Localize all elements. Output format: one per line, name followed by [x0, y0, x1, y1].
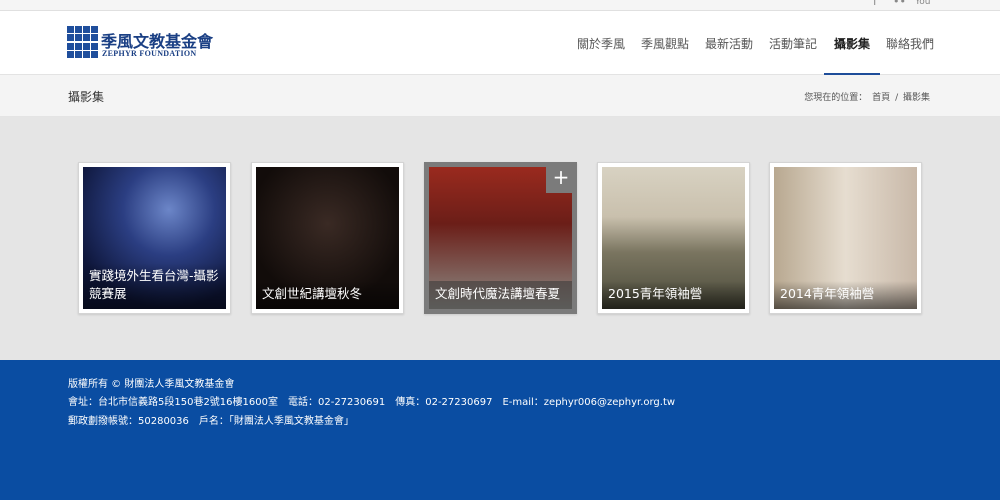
nav-item-latest-events[interactable]: 最新活動	[705, 11, 753, 75]
gallery-item[interactable]: 文創世紀講壇秋冬	[251, 162, 404, 314]
gallery-caption: 文創世紀講壇秋冬	[256, 281, 399, 309]
gallery-item[interactable]: 2014青年領袖營	[769, 162, 922, 314]
nav-item-event-notes[interactable]: 活動筆記	[769, 11, 817, 75]
gallery-item[interactable]: 文創時代魔法講壇春夏 +	[424, 162, 577, 314]
gallery-caption: 2014青年領袖營	[774, 281, 917, 309]
breadcrumb-home-link[interactable]: 首頁	[872, 93, 890, 103]
gallery-item[interactable]: 2015青年領袖營	[597, 162, 750, 314]
logo-subtitle: ZEPHYR FOUNDATION	[102, 49, 197, 58]
breadcrumb-separator: /	[895, 93, 899, 103]
breadcrumb-current: 攝影集	[902, 93, 930, 103]
nav-item-about[interactable]: 關於季風	[577, 11, 625, 75]
site-footer: 版權所有 © 財團法人季風文教基金會 會址：台北市信義路5段150巷2號16樓1…	[0, 360, 1000, 500]
logo-mark-icon	[67, 26, 99, 58]
top-bar: f •• You	[0, 0, 1000, 11]
footer-address: 會址：台北市信義路5段150巷2號16樓1600室 電話：02-27230691…	[68, 397, 676, 408]
site-logo[interactable]: 季風文教基金會 ZEPHYR FOUNDATION	[67, 26, 227, 60]
footer-postal-account: 郵政劃撥帳號：50280036 戶名：「財團法人季風文教基金會」	[68, 416, 354, 427]
flickr-icon[interactable]: ••	[893, 0, 906, 8]
nav-item-contact[interactable]: 聯絡我們	[886, 11, 934, 75]
gallery-caption: 2015青年領袖營	[602, 281, 745, 309]
page-title-bar: 攝影集 您現在的位置： 首頁 / 攝影集	[0, 75, 1000, 117]
gallery-caption: 文創時代魔法講壇春夏	[429, 281, 572, 309]
youtube-icon[interactable]: You	[915, 0, 931, 7]
site-header: 季風文教基金會 ZEPHYR FOUNDATION 關於季風 季風觀點 最新活動…	[0, 11, 1000, 75]
expand-plus-icon[interactable]: +	[546, 163, 576, 193]
page-title: 攝影集	[68, 90, 105, 104]
facebook-icon[interactable]: f	[873, 0, 877, 8]
nav-item-viewpoints[interactable]: 季風觀點	[641, 11, 689, 75]
breadcrumb-prefix: 您現在的位置：	[804, 93, 868, 103]
gallery-caption: 實踐境外生看台灣-攝影競賽展	[83, 263, 226, 309]
footer-copyright: 版權所有 © 財團法人季風文教基金會	[68, 379, 235, 390]
gallery-item[interactable]: 實踐境外生看台灣-攝影競賽展	[78, 162, 231, 314]
nav-item-gallery[interactable]: 攝影集	[823, 11, 881, 75]
breadcrumb: 您現在的位置： 首頁 / 攝影集	[802, 90, 930, 103]
